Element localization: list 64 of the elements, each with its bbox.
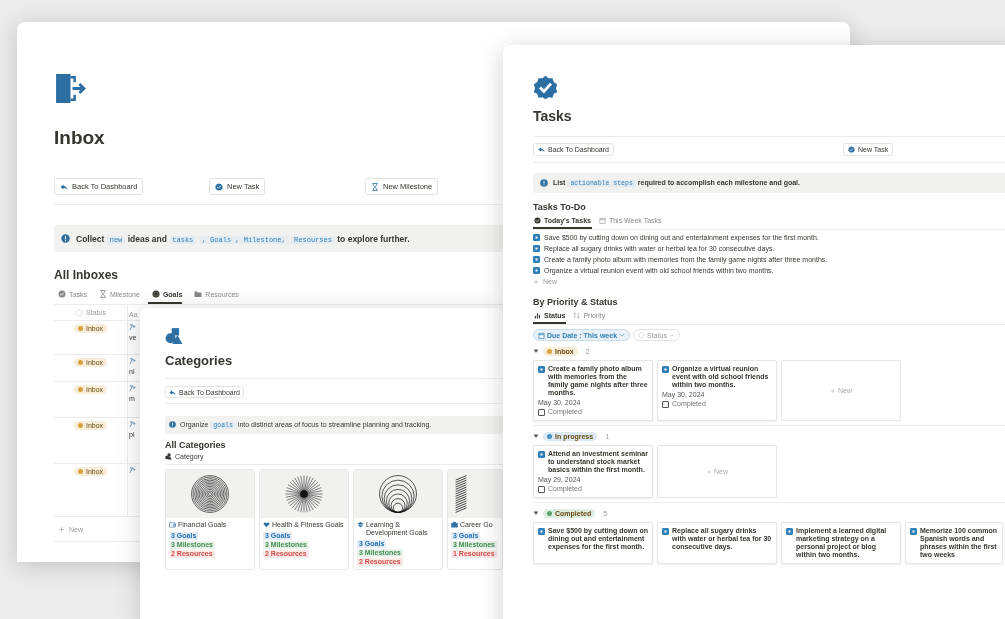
- checkbox[interactable]: [533, 267, 540, 274]
- reply-arrow-icon: [169, 388, 176, 396]
- dashed-circle-icon: [638, 331, 646, 339]
- branch-icon: [129, 467, 136, 474]
- check-badge-icon: [215, 182, 223, 191]
- hourglass-icon: [371, 182, 379, 191]
- folder-icon: [194, 290, 203, 298]
- checkbox[interactable]: [910, 527, 917, 535]
- plus-icon: [533, 278, 539, 285]
- reply-arrow-icon: [538, 146, 545, 153]
- plus-icon: [58, 525, 65, 533]
- section-heading: By Priority & Status: [533, 297, 618, 307]
- checkbox[interactable]: [538, 365, 545, 373]
- dashed-circle-icon: [75, 308, 84, 317]
- section-heading: All Inboxes: [54, 268, 118, 282]
- shapes-icon: [165, 326, 183, 345]
- sort-icon: [573, 312, 581, 319]
- checkbox[interactable]: [538, 408, 545, 416]
- bar-chart-icon: [534, 312, 541, 319]
- check-circle-icon: [534, 217, 541, 224]
- chevron-down-icon: [619, 332, 626, 338]
- branch-icon: [129, 358, 136, 365]
- calendar-icon: [538, 331, 545, 339]
- page-title: Tasks: [533, 108, 572, 124]
- checkbox[interactable]: [662, 527, 669, 535]
- branch-icon: [129, 385, 136, 392]
- target-icon: [151, 290, 160, 298]
- striped-circle-drawing: [454, 473, 468, 514]
- wallet-icon: [169, 520, 176, 528]
- info-icon: [61, 234, 70, 243]
- checkbox[interactable]: [533, 234, 540, 241]
- section-heading: All Categories: [165, 439, 226, 450]
- checkbox[interactable]: [533, 245, 540, 252]
- check-badge-icon: [848, 146, 855, 153]
- checkbox[interactable]: [538, 485, 545, 493]
- shapes-icon: [165, 452, 172, 460]
- heart-icon: [263, 520, 270, 528]
- checkbox[interactable]: [662, 400, 669, 408]
- page-title: Inbox: [54, 127, 105, 148]
- reply-arrow-icon: [60, 182, 68, 191]
- section-heading: Tasks To-Do: [533, 202, 586, 212]
- check-circle-icon: [58, 290, 66, 298]
- checkbox[interactable]: [538, 450, 545, 458]
- nested-arcs-drawing: [378, 473, 418, 514]
- info-icon: [169, 421, 176, 429]
- checkbox[interactable]: [786, 527, 793, 535]
- plus-icon: [830, 387, 836, 394]
- check-badge-icon: [533, 75, 558, 100]
- concentric-rings-drawing: [190, 473, 230, 514]
- branch-icon: [129, 324, 136, 331]
- briefcase-icon: [451, 520, 458, 528]
- exit-door-icon: [54, 72, 87, 105]
- info-icon: [540, 179, 548, 187]
- calendar-icon: [598, 217, 606, 224]
- hourglass-icon: [98, 290, 107, 298]
- checkbox[interactable]: [533, 256, 540, 263]
- plus-icon: [706, 468, 712, 475]
- checkbox[interactable]: [538, 527, 545, 535]
- checkbox[interactable]: [662, 365, 669, 373]
- starburst-drawing: [284, 473, 324, 514]
- graduation-cap-icon: [357, 520, 364, 528]
- page-title: Categories: [165, 352, 233, 368]
- branch-icon: [129, 421, 136, 428]
- chevron-down-icon: [668, 332, 675, 338]
